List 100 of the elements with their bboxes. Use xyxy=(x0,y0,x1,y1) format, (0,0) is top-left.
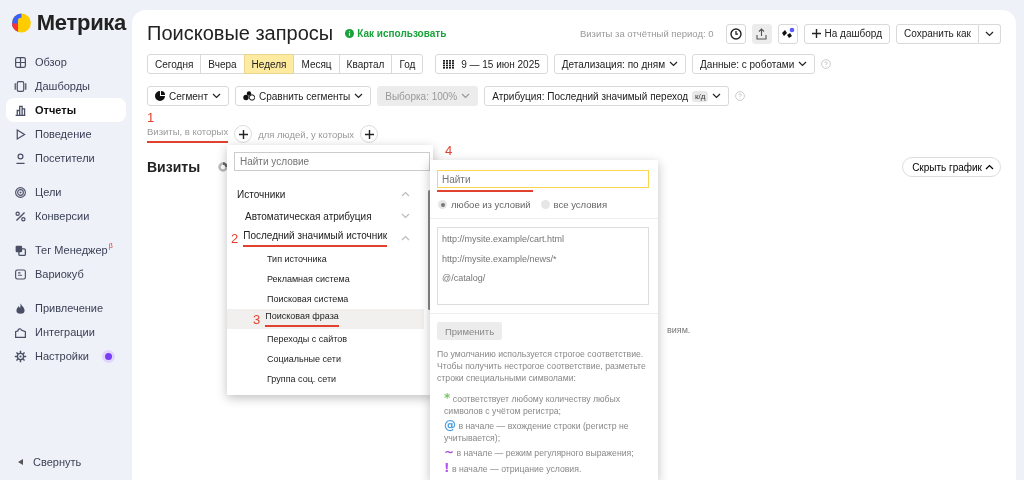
assistant-button[interactable] xyxy=(777,23,798,44)
rule-text: @ в начале — вхождение строки (регистр не учитывается); xyxy=(444,420,630,444)
condition-label: Переходы с сайтов xyxy=(267,334,348,344)
group-label: Последний значимый источник xyxy=(243,229,388,247)
condition-item[interactable]: 3 Поисковая фраза xyxy=(227,309,424,329)
squares-icon xyxy=(14,243,27,257)
compare-segments-dropdown[interactable]: Сравнить сегменты xyxy=(235,86,372,106)
match-mode-radio[interactable]: все условия xyxy=(540,199,608,210)
bar-chart-icon xyxy=(14,103,27,117)
hide-chart-button[interactable]: Скрыть график xyxy=(902,157,1001,177)
search-field[interactable]: Найти xyxy=(437,170,649,188)
caret-icon xyxy=(712,93,722,99)
period-tab[interactable]: Квартал xyxy=(338,54,393,74)
group-label: Источники xyxy=(237,188,286,200)
logo-icon xyxy=(12,12,31,34)
rule-symbol: ~ xyxy=(444,445,455,459)
gear-icon xyxy=(14,349,27,363)
dropdown-button[interactable]: Данные: с роботами xyxy=(692,54,816,74)
rule-text: * соответствует любому количеству любых символов с учётом регистра; xyxy=(444,393,622,417)
sidebar-item[interactable]: Посетители xyxy=(6,146,126,170)
annotation-number: 4 xyxy=(445,143,453,158)
plus-icon xyxy=(364,129,374,139)
circles-icon xyxy=(243,91,255,101)
triangle-icon xyxy=(18,459,23,465)
tree-group-item[interactable]: 2 Последний значимый источник xyxy=(227,227,424,249)
period-tab[interactable]: Неделя xyxy=(243,54,295,74)
tree-group-item[interactable]: Автоматическая атрибуция xyxy=(227,205,424,227)
match-mode-radio[interactable]: любое из условий xyxy=(438,199,531,210)
rule-symbol: @ xyxy=(444,418,456,432)
tree-group-item[interactable]: Источники xyxy=(227,183,424,205)
play-icon xyxy=(14,127,27,141)
sidebar-item[interactable]: Привлечение xyxy=(6,296,126,320)
period-tab[interactable]: Год xyxy=(391,54,424,74)
condition-label: Поисковая система xyxy=(267,294,349,304)
attribution-dropdown[interactable]: Атрибуция: Последний значимый переход к/д xyxy=(484,86,730,106)
section-title: Визиты xyxy=(147,159,201,175)
sidebar-item[interactable]: Интеграции xyxy=(6,320,126,344)
condition-item[interactable]: Поисковая система xyxy=(227,289,424,309)
annotation-number: 2 xyxy=(231,230,239,246)
sidebar-item[interactable]: Дашборды xyxy=(6,74,126,98)
caret-icon xyxy=(669,61,679,67)
date-range-button[interactable]: 9 — 15 июн 2025 xyxy=(435,54,548,74)
caret-icon xyxy=(798,61,808,67)
flame-icon xyxy=(14,301,27,315)
loading-icon xyxy=(218,162,229,172)
grid-icon xyxy=(14,55,27,69)
sidebar-item[interactable]: Цели xyxy=(6,180,126,204)
condition-label: Поисковая фраза xyxy=(265,311,339,327)
caret-icon xyxy=(354,93,364,99)
sidebar-item[interactable]: Вариокуб xyxy=(6,262,126,286)
device-icon xyxy=(14,79,27,93)
help-text: По умолчанию используется строгое соответствие. Чтобы получить нестрогое соответствие, разметьте строки специальными символами: xyxy=(437,348,647,384)
condition-item[interactable]: Группа соц. сети xyxy=(227,369,424,389)
condition-item[interactable]: Социальные сети xyxy=(227,349,424,369)
sidebar-item[interactable]: Поведение xyxy=(6,122,126,146)
condition-item[interactable]: Тип источника xyxy=(227,249,424,269)
search-field[interactable]: Найти условие xyxy=(234,152,430,171)
collapse-button[interactable]: Свернуть xyxy=(6,452,126,472)
percent-icon xyxy=(14,209,27,223)
calendar-icon xyxy=(443,59,455,69)
chevron-icon xyxy=(401,213,410,219)
plus-icon xyxy=(238,129,248,139)
person-icon xyxy=(14,151,27,165)
visits-summary: Визиты за отчётный период: 0 xyxy=(579,28,714,39)
add-condition-button[interactable] xyxy=(360,125,379,143)
caret-icon xyxy=(212,93,221,99)
sidebar-item[interactable]: Конверсии xyxy=(6,204,126,228)
dropdown-button[interactable]: Детализация: по дням xyxy=(553,54,687,74)
condition-label: Тип источника xyxy=(267,254,327,264)
chevron-icon xyxy=(401,191,410,197)
chart-message: виям. xyxy=(667,325,692,335)
period-tab[interactable]: Месяц xyxy=(293,54,340,74)
save-as-button[interactable]: Сохранить как xyxy=(896,23,979,44)
export-button[interactable] xyxy=(751,23,772,44)
model-badge: к/д xyxy=(692,90,709,102)
condition-label: Социальные сети xyxy=(267,354,341,364)
condition-item[interactable]: Переходы с сайтов xyxy=(227,329,424,349)
window-icon xyxy=(14,267,27,281)
sidebar-item[interactable]: Отчеты xyxy=(6,98,126,122)
period-tab[interactable]: Сегодня xyxy=(147,54,202,74)
segment-dropdown[interactable]: Сегмент xyxy=(147,86,229,106)
people-condition-label: для людей, у которых xyxy=(258,128,355,140)
values-field[interactable]: http://mysite.example/cart.html http://mysite.example/news/* @/catalog/ xyxy=(437,227,649,305)
caret-icon xyxy=(985,30,994,37)
rule-symbol: ! xyxy=(444,460,450,475)
page-title: Поисковые запросы xyxy=(147,22,334,45)
sidebar-item[interactable]: Настройки xyxy=(6,344,126,368)
pie-chart-icon xyxy=(155,91,165,101)
add-condition-button[interactable] xyxy=(234,125,253,143)
condition-item[interactable]: Рекламная система xyxy=(227,269,424,289)
add-to-dashboard-button[interactable]: На дашборд xyxy=(803,23,890,44)
logo-text: Метрика xyxy=(36,10,126,36)
period-tab[interactable]: Вчера xyxy=(200,54,245,74)
condition-label: Группа соц. сети xyxy=(267,374,337,384)
sidebar-item[interactable]: Обзор xyxy=(6,50,126,74)
history-button[interactable] xyxy=(725,23,746,44)
annotation-number: 1 xyxy=(147,110,156,125)
rule-text: ! в начале — отрицание условия. xyxy=(444,462,583,475)
group-label: Автоматическая атрибуция xyxy=(245,210,372,222)
target-icon xyxy=(14,185,27,199)
